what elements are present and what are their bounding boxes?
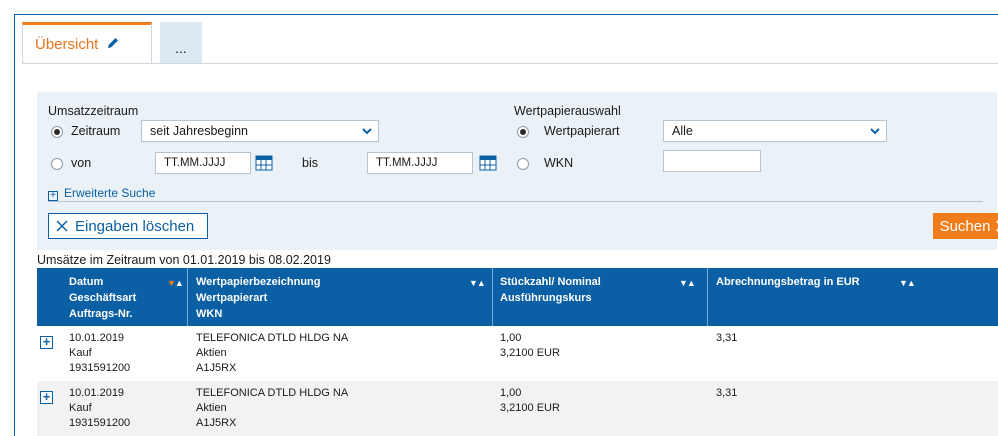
wkn-label: WKN (544, 156, 574, 170)
sort-icon[interactable]: ▼▲ (899, 278, 916, 288)
date-range-radio[interactable] (51, 158, 63, 170)
period-radio[interactable] (51, 126, 63, 138)
security-type-select[interactable]: Alle (663, 120, 887, 142)
tab-overview-label: Übersicht (35, 36, 99, 53)
panel-divider (48, 201, 983, 202)
result-caption: Umsätze im Zeitraum von 01.01.2019 bis 0… (37, 253, 331, 267)
column-separator (187, 268, 188, 326)
search-button[interactable]: Suchen (933, 213, 998, 239)
cell-security: TELEFONICA DTLD HLDG NA Aktien A1J5RX (196, 387, 349, 429)
table-header: Datum Geschäftsart Auftrags-Nr. ▼▲ Wertp… (37, 268, 998, 326)
tab-overview[interactable]: Übersicht (22, 22, 152, 64)
sort-icon[interactable]: ▼▲ (469, 278, 486, 288)
advanced-search-label: Erweiterte Suche (64, 186, 156, 200)
col-header-quantity[interactable]: Stückzahl/ Nominal Ausführungskurs (500, 274, 601, 306)
cell-quantity: 1,00 3,2100 EUR (500, 332, 560, 359)
to-date-input[interactable]: TT.MM.JJJJ (367, 152, 473, 174)
period-radio-label: Zeitraum (71, 124, 121, 138)
period-group-label: Umsatzzeitraum (48, 104, 139, 118)
column-separator (707, 268, 708, 326)
col-header-date[interactable]: Datum Geschäftsart Auftrags-Nr. (69, 274, 136, 322)
wkn-input[interactable] (663, 150, 761, 172)
tab-divider (22, 63, 998, 64)
search-button-label: Suchen (939, 217, 991, 235)
tab-bar: Übersicht ... (22, 22, 202, 64)
tab-more-label: ... (175, 40, 187, 56)
table-row: + 10.01.2019 Kauf 1931591200 TELEFONICA DT… (37, 381, 998, 436)
wkn-radio[interactable] (517, 158, 529, 170)
cell-security: TELEFONICA DTLD HLDG NA Aktien A1J5RX (196, 332, 349, 374)
cell-date: 10.01.2019 Kauf 1931591200 (69, 387, 131, 429)
expand-row-button[interactable]: + (40, 390, 53, 404)
from-date-input[interactable]: TT.MM.JJJJ (155, 152, 251, 174)
expand-row-button[interactable]: + (40, 335, 53, 349)
security-type-label: Wertpapierart (544, 124, 620, 138)
cell-amount: 3,31 (716, 332, 738, 344)
table-row: + 10.01.2019 Kauf 1931591200 TELEFONICA DT… (37, 326, 998, 381)
period-select-value: seit Jahresbeginn (150, 124, 248, 138)
security-type-value: Alle (672, 124, 693, 138)
search-panel: Umsatzzeitraum Zeitraum seit Jahresbegin… (37, 92, 998, 250)
clear-inputs-label: Eingaben löschen (75, 217, 195, 235)
cell-amount: 3,31 (716, 387, 738, 399)
col-header-amount[interactable]: Abrechnungsbetrag in EUR (716, 274, 860, 290)
pencil-icon[interactable] (106, 36, 120, 54)
to-label: bis (302, 156, 318, 170)
calendar-icon[interactable] (479, 155, 497, 171)
chevron-down-icon (356, 121, 378, 141)
period-select[interactable]: seit Jahresbeginn (141, 120, 379, 142)
close-icon (56, 220, 68, 232)
chevron-down-icon (864, 121, 886, 141)
security-type-radio[interactable] (517, 126, 529, 138)
tab-more[interactable]: ... (160, 22, 202, 64)
from-label: von (71, 156, 92, 170)
sort-icon[interactable]: ▼▲ (167, 278, 184, 288)
cell-date: 10.01.2019 Kauf 1931591200 (69, 332, 131, 374)
sort-icon[interactable]: ▼▲ (679, 278, 696, 288)
clear-inputs-button[interactable]: Eingaben löschen (48, 213, 208, 239)
calendar-icon[interactable] (255, 155, 273, 171)
col-header-security[interactable]: Wertpapierbezeichnung Wertpapierart WKN (196, 274, 320, 322)
cell-quantity: 1,00 3,2100 EUR (500, 387, 560, 414)
column-separator (492, 268, 493, 326)
plus-icon: + (48, 191, 58, 201)
security-group-label: Wertpapierauswahl (514, 104, 621, 118)
advanced-search-link[interactable]: + Erweiterte Suche (48, 186, 155, 201)
